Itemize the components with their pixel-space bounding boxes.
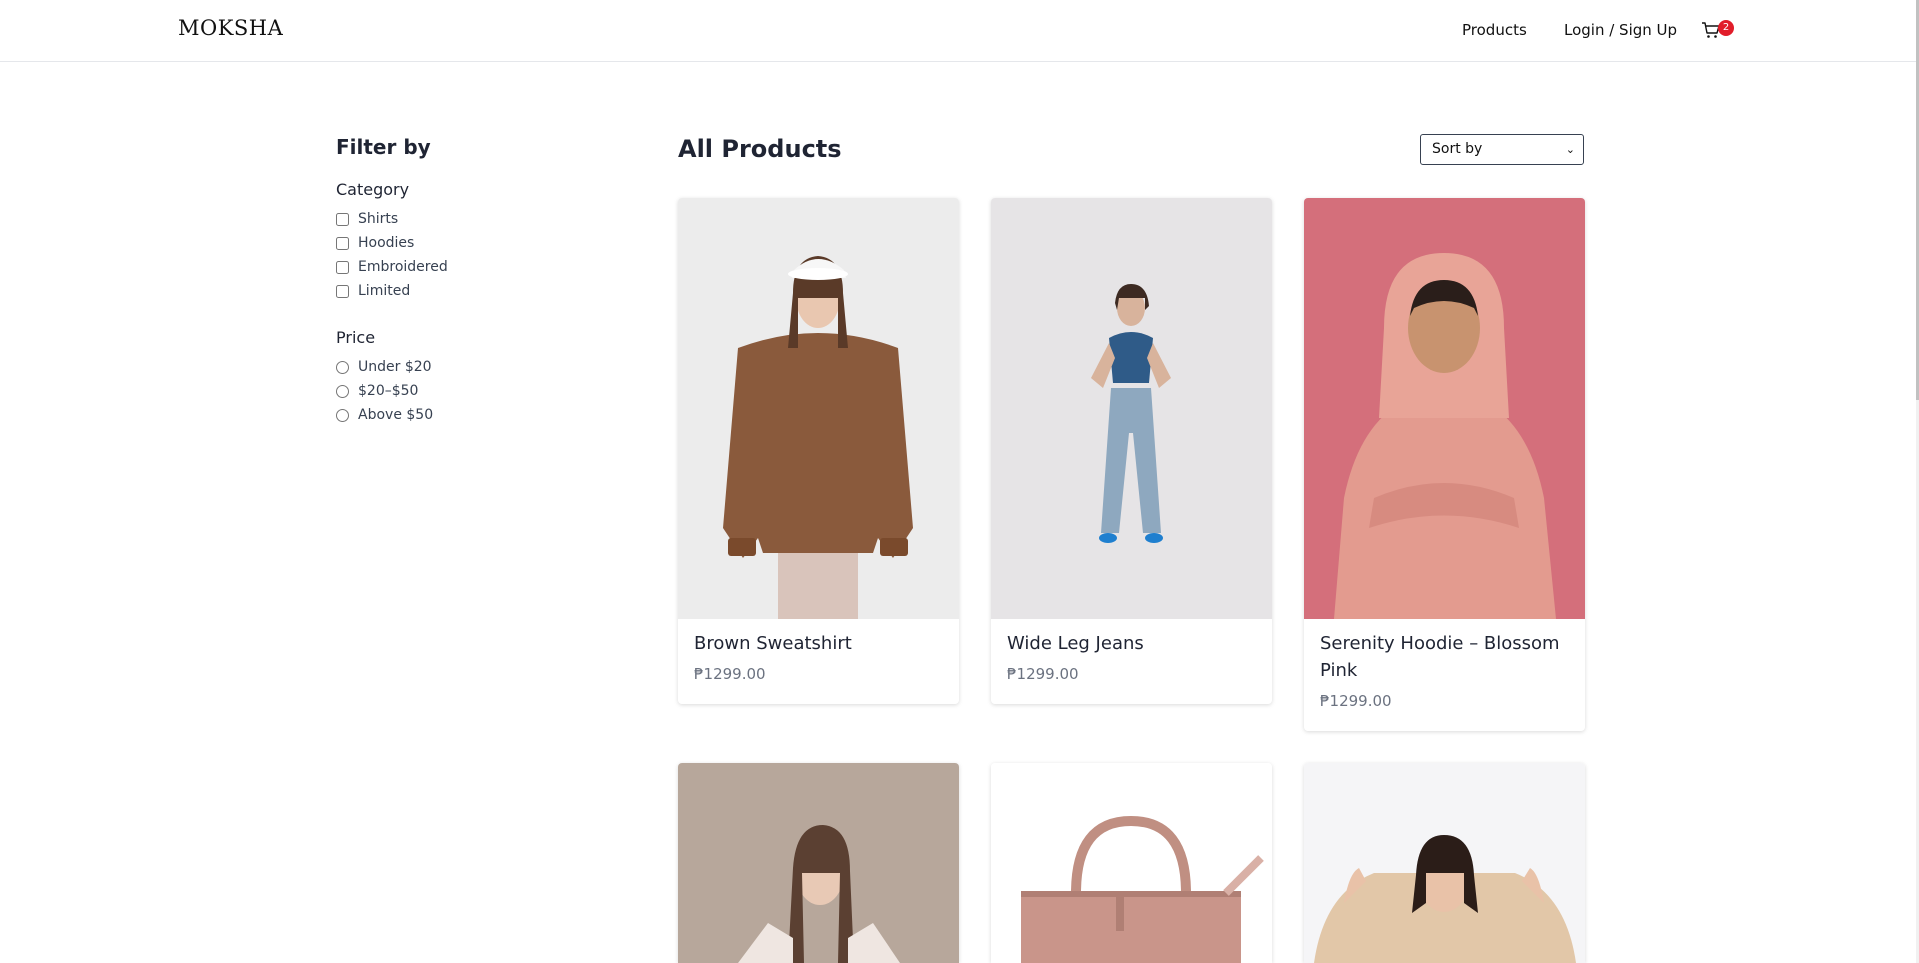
product-price: ₱1299.00 (1320, 692, 1392, 710)
category-option-embroidered[interactable]: Embroidered (336, 258, 448, 276)
price-radio[interactable] (336, 360, 349, 374)
category-heading: Category (336, 180, 410, 199)
sort-select[interactable]: Sort by ⌄ (1420, 134, 1584, 165)
price-heading: Price (336, 328, 376, 347)
product-card[interactable] (1304, 763, 1585, 963)
price-option-20-50[interactable]: $20–$50 (336, 382, 418, 400)
page-title: All Products (678, 135, 842, 163)
cart-count-badge: 2 (1718, 20, 1734, 36)
site-header: MOKSHA Products Login / Sign Up 2 (0, 0, 1916, 62)
price-label: $20–$50 (358, 383, 419, 399)
product-card[interactable]: Brown Sweatshirt ₱1299.00 (678, 198, 959, 704)
price-label: Under $20 (358, 359, 432, 375)
product-image[interactable] (1304, 763, 1585, 963)
product-image[interactable] (678, 198, 959, 619)
nav-products-link[interactable]: Products (1462, 21, 1527, 39)
category-checkbox[interactable] (336, 236, 349, 250)
nav-login-link[interactable]: Login / Sign Up (1564, 21, 1677, 39)
product-card[interactable]: Wide Leg Jeans ₱1299.00 (991, 198, 1272, 704)
product-name[interactable]: Serenity Hoodie – Blossom Pink (1320, 630, 1580, 684)
category-checkbox[interactable] (336, 212, 349, 226)
product-price: ₱1299.00 (694, 665, 766, 683)
category-label: Shirts (358, 211, 399, 227)
category-label: Limited (358, 283, 411, 299)
product-name[interactable]: Brown Sweatshirt (694, 630, 954, 657)
price-option-under-20[interactable]: Under $20 (336, 358, 432, 376)
category-option-limited[interactable]: Limited (336, 282, 410, 300)
product-image[interactable] (991, 198, 1272, 619)
price-radio[interactable] (336, 384, 349, 398)
product-price: ₱1299.00 (1007, 665, 1079, 683)
category-checkbox[interactable] (336, 284, 349, 298)
category-label: Embroidered (358, 259, 448, 275)
category-checkbox[interactable] (336, 260, 349, 274)
brand-logo[interactable]: MOKSHA (178, 16, 283, 40)
product-image[interactable] (678, 763, 959, 963)
chevron-down-icon: ⌄ (1565, 143, 1575, 156)
price-label: Above $50 (358, 407, 434, 423)
price-option-above-50[interactable]: Above $50 (336, 406, 433, 424)
category-label: Hoodies (358, 235, 415, 251)
product-image[interactable] (991, 763, 1272, 963)
filter-heading: Filter by (336, 135, 431, 159)
product-card[interactable] (678, 763, 959, 963)
product-image[interactable] (1304, 198, 1585, 619)
product-card[interactable] (991, 763, 1272, 963)
sort-value: Sort by (1432, 141, 1483, 157)
category-option-hoodies[interactable]: Hoodies (336, 234, 414, 252)
category-option-shirts[interactable]: Shirts (336, 210, 398, 228)
price-radio[interactable] (336, 408, 349, 422)
product-name[interactable]: Wide Leg Jeans (1007, 630, 1267, 657)
product-card[interactable]: Serenity Hoodie – Blossom Pink ₱1299.00 (1304, 198, 1585, 731)
